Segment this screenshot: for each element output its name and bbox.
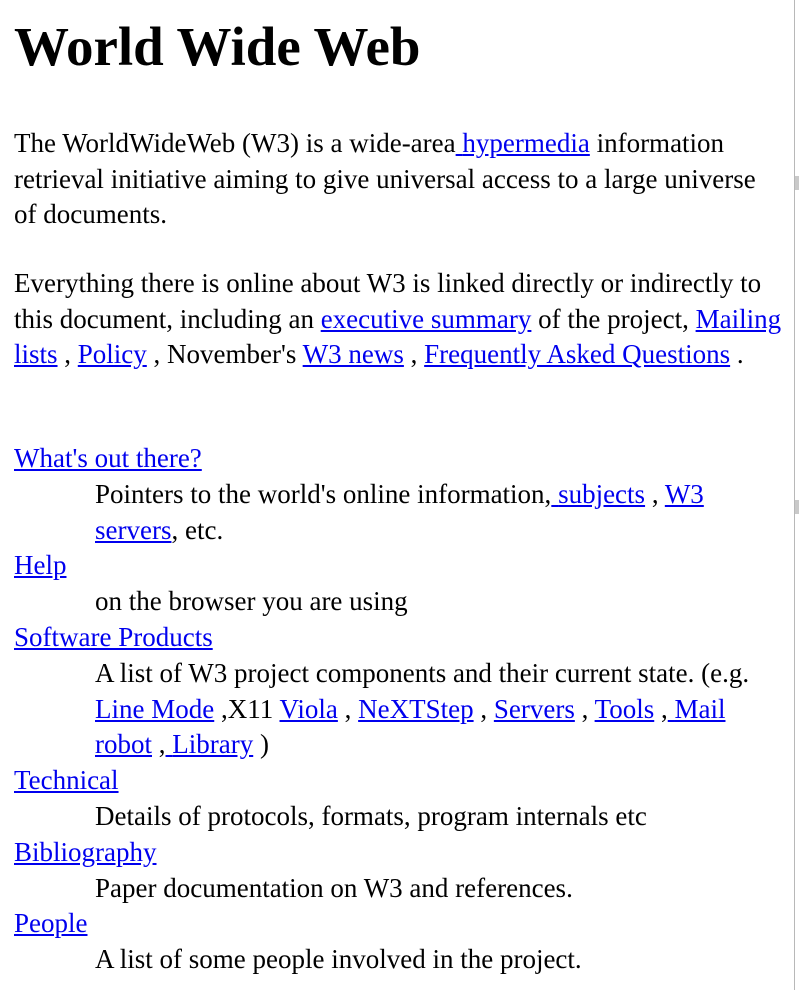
section-description: Pointers to the world's online informati… — [95, 477, 784, 549]
section-description: Paper documentation on W3 and references… — [95, 872, 573, 903]
section-description: on the browser you are using — [95, 586, 408, 617]
separator: , — [158, 729, 166, 760]
description-text: , etc. — [171, 514, 224, 545]
description-text: Pointers to the world's online informati… — [95, 478, 552, 509]
separator: , — [64, 339, 72, 369]
tools-link[interactable]: Tools — [595, 694, 655, 724]
overview-text: of the project, — [538, 303, 689, 334]
separator: , — [651, 478, 659, 509]
overview-text: , November's — [153, 339, 297, 369]
subjects-link[interactable]: subjects — [551, 479, 645, 509]
people-link[interactable]: People — [14, 908, 88, 938]
separator: , — [660, 693, 668, 724]
whats-out-there-link[interactable]: What's out there? — [14, 443, 202, 473]
section-term: Help — [14, 548, 784, 584]
section-term: People — [14, 906, 784, 942]
software-products-link[interactable]: Software Products — [14, 622, 213, 652]
section-list: What's out there? Pointers to the world'… — [14, 441, 784, 978]
section-term: What's out there? — [14, 441, 784, 477]
intro-paragraph: The WorldWideWeb (W3) is a wide-area hyp… — [14, 126, 784, 233]
section-term: Technical — [14, 763, 784, 799]
hypermedia-link[interactable]: hypermedia — [456, 128, 589, 158]
window-edge-mark — [795, 176, 799, 190]
separator: , — [410, 339, 418, 369]
description-text: ,X11 — [220, 693, 274, 724]
separator: , — [344, 693, 352, 724]
technical-link[interactable]: Technical — [14, 765, 119, 795]
section-description: A list of some people involved in the pr… — [95, 944, 582, 975]
library-link[interactable]: Library — [166, 729, 253, 759]
nextstep-link[interactable]: NeXTStep — [358, 694, 473, 724]
faq-link[interactable]: Frequently Asked Questions — [424, 339, 730, 369]
description-text: A list of W3 project components and thei… — [95, 657, 750, 688]
window-edge-mark — [795, 500, 799, 514]
window-edge-divider — [794, 0, 795, 990]
period: . — [736, 339, 744, 369]
viola-link[interactable]: Viola — [280, 694, 338, 724]
bibliography-link[interactable]: Bibliography — [14, 837, 157, 867]
line-mode-link[interactable]: Line Mode — [95, 694, 214, 724]
w3-news-link[interactable]: W3 news — [303, 339, 404, 369]
section-term: Software Products — [14, 620, 784, 656]
overview-paragraph: Everything there is online about W3 is l… — [14, 266, 784, 373]
executive-summary-link[interactable]: executive summary — [321, 304, 532, 334]
page-title: World Wide Web — [14, 16, 421, 77]
servers-link[interactable]: Servers — [494, 694, 575, 724]
policy-link[interactable]: Policy — [78, 339, 147, 369]
separator: , — [581, 693, 589, 724]
closing-paren: ) — [259, 729, 269, 760]
section-description: A list of W3 project components and thei… — [95, 656, 784, 763]
section-description: Details of protocols, formats, program i… — [95, 800, 647, 831]
help-link[interactable]: Help — [14, 550, 66, 580]
separator: , — [480, 693, 488, 724]
section-term: Bibliography — [14, 835, 784, 871]
intro-text: The WorldWideWeb (W3) is a wide-area — [14, 128, 456, 158]
